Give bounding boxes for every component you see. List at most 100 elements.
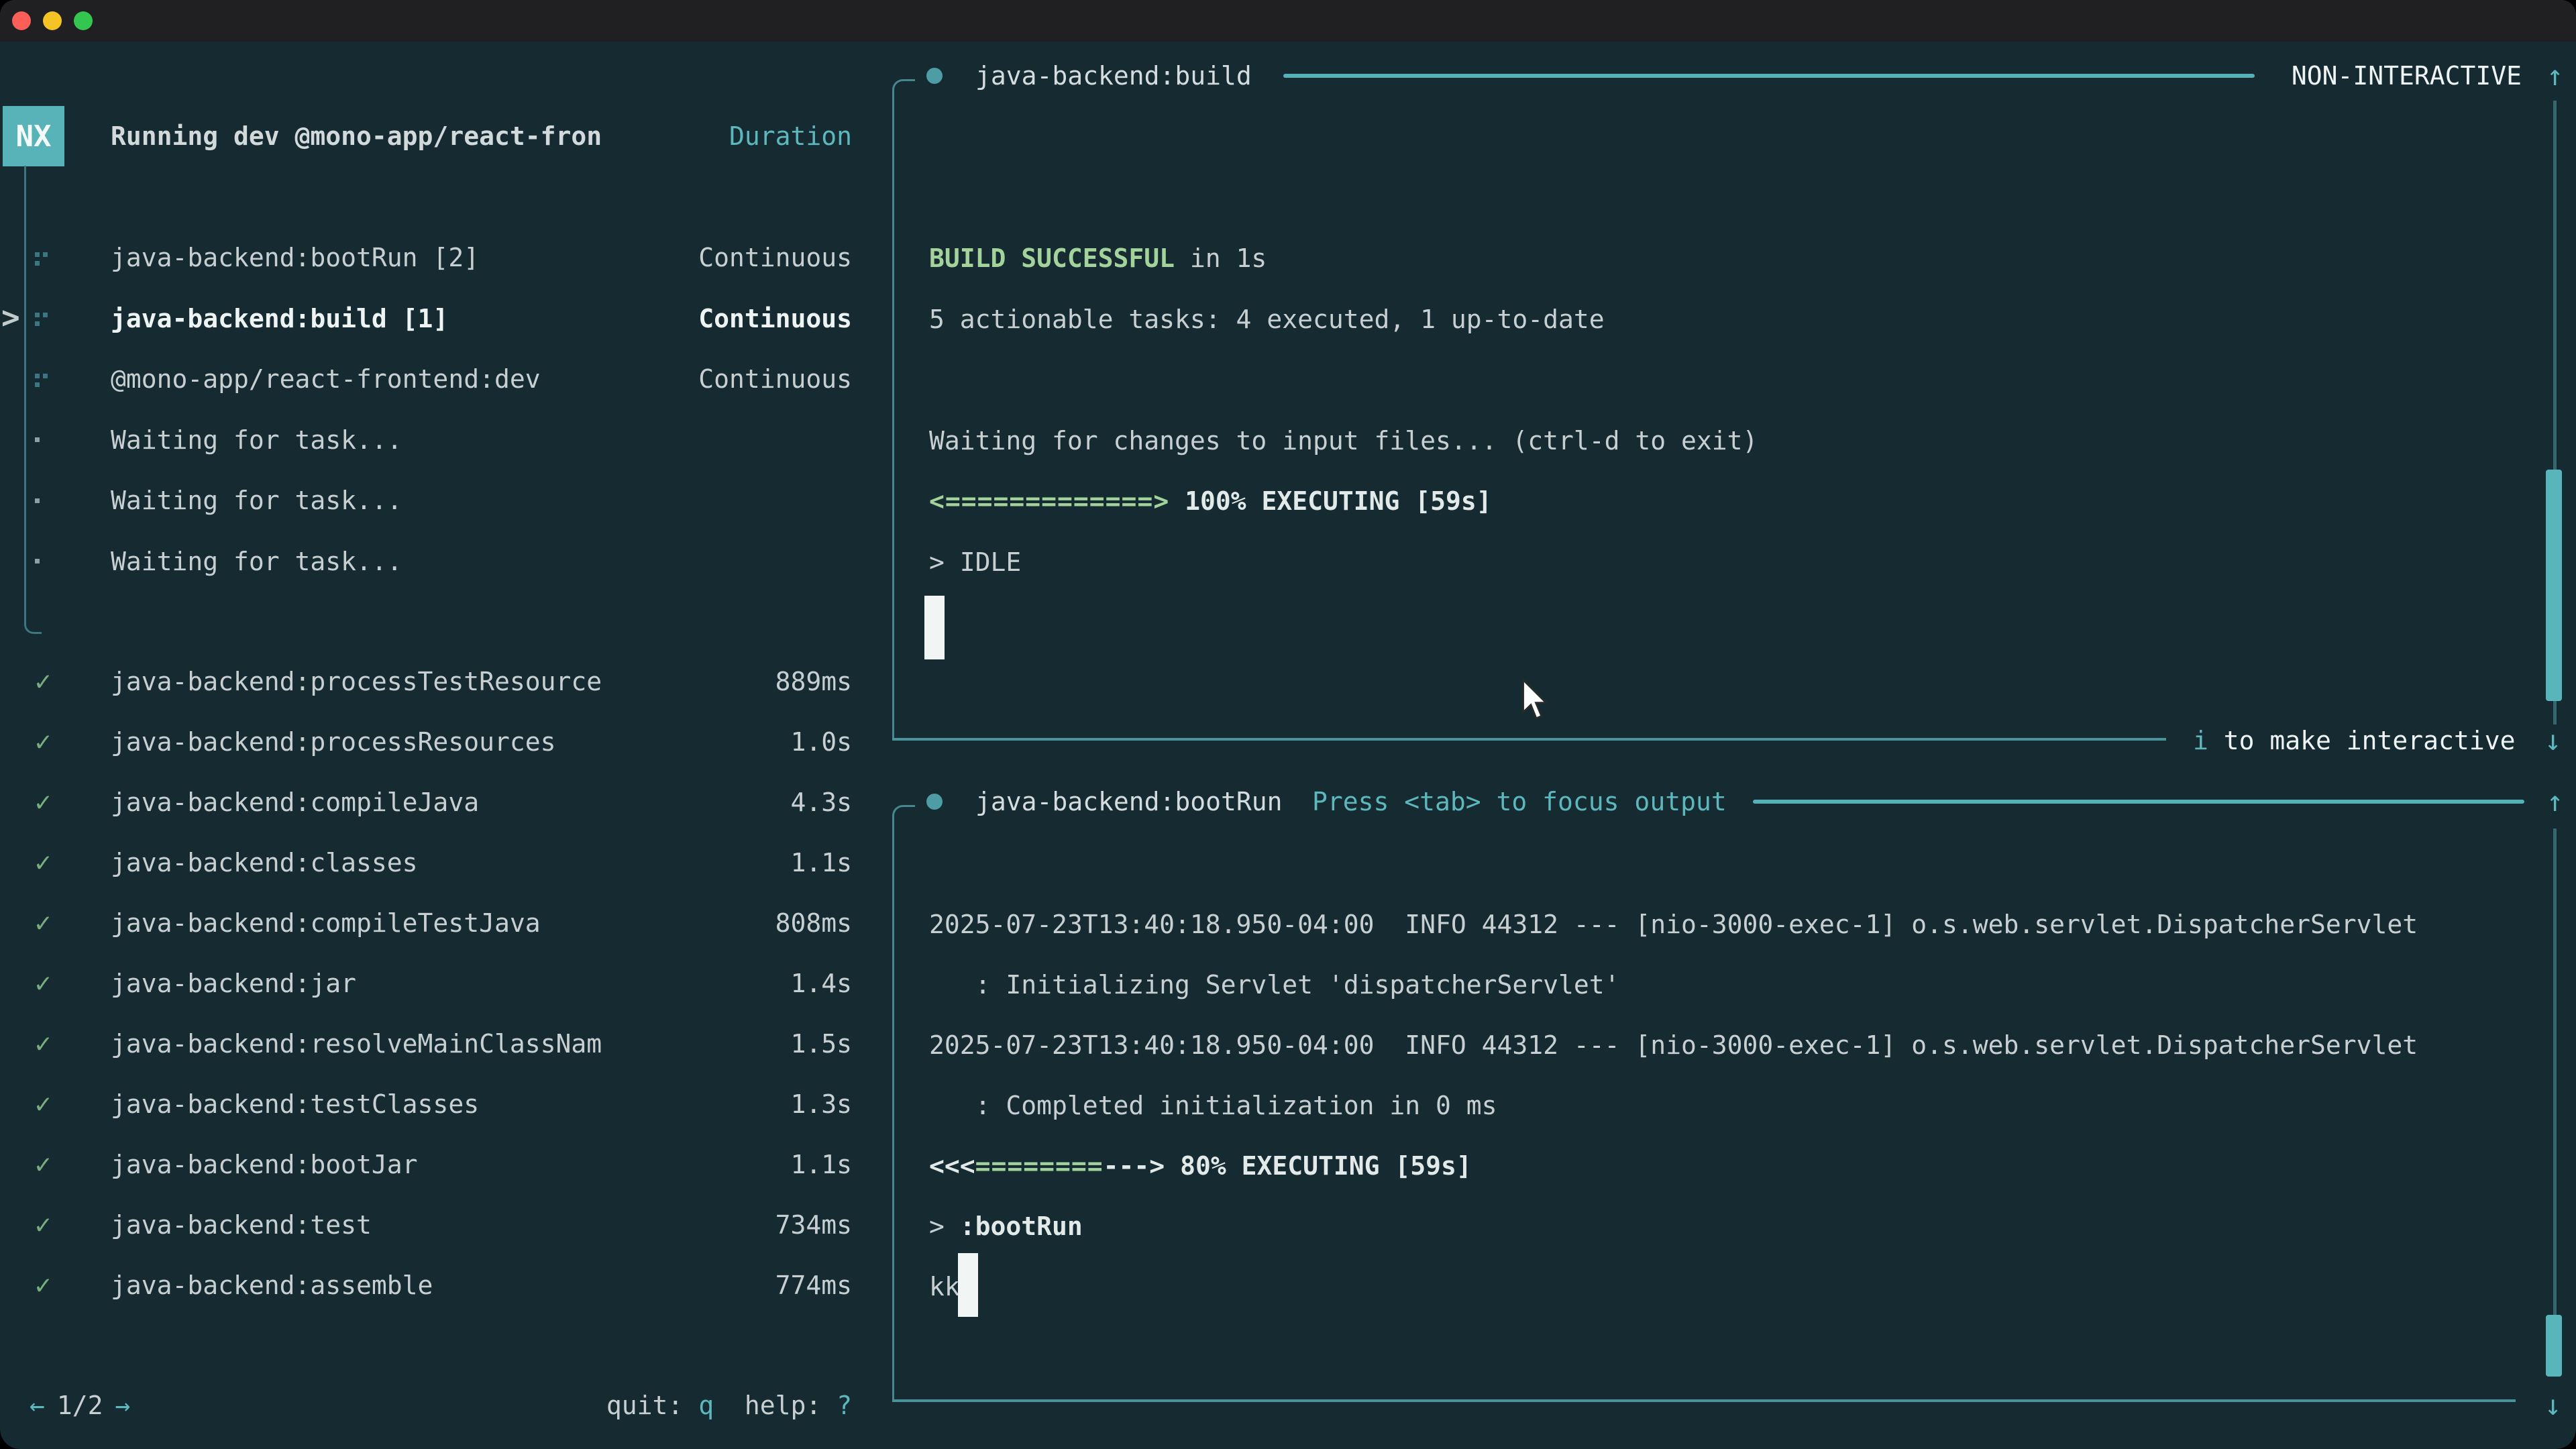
gradle-progress-line: <<<========---> 80% EXECUTING [59s] [929, 1136, 2418, 1196]
task-duration: 4.3s [790, 788, 852, 817]
task-name: Waiting for task... [111, 486, 402, 515]
task-row[interactable]: ✓ java-backend:classes 1.1s [0, 833, 892, 893]
maximize-icon[interactable] [74, 11, 93, 30]
progress-label: 80% EXECUTING [59s] [1165, 1151, 1472, 1181]
task-name: java-backend:test [111, 1210, 372, 1240]
running-task-list: java-backend:bootRun [2] Continuous > ja… [0, 227, 892, 592]
log-line: : Completed initialization in 0 ms [929, 1075, 2418, 1136]
prompt-command: :bootRun [960, 1212, 1083, 1241]
gradle-progress-line: <=============> 100% EXECUTING [59s] [929, 471, 1758, 532]
check-icon: ✓ [35, 787, 111, 818]
mouse-cursor-icon [1520, 679, 1551, 723]
task-row-bootrun[interactable]: java-backend:bootRun [2] Continuous [0, 227, 892, 288]
build-panel-output[interactable]: BUILD SUCCESSFUL in 1s 5 actionable task… [929, 228, 1758, 592]
task-name: @mono-app/react-frontend:dev [111, 364, 541, 394]
progress-label: 100% EXECUTING [59s] [1169, 486, 1491, 516]
task-duration: 1.1s [790, 1150, 852, 1179]
pager-left-arrow-icon[interactable]: ← [30, 1391, 45, 1420]
task-row[interactable]: ✓ java-backend:processResources 1.0s [0, 712, 892, 772]
pager-right-arrow-icon[interactable]: → [115, 1391, 131, 1420]
task-row[interactable]: ✓ java-backend:test 734ms [0, 1195, 892, 1255]
close-icon[interactable] [12, 11, 31, 30]
blank-line [929, 350, 1758, 411]
task-duration: 1.0s [790, 727, 852, 757]
progress-lead: < [929, 486, 945, 516]
bootrun-panel-header-rule [1753, 800, 2524, 804]
task-row[interactable]: ✓ java-backend:processTestResource 889ms [0, 651, 892, 712]
task-row[interactable]: ✓ java-backend:resolveMainClassNam 1.5s [0, 1014, 892, 1074]
task-name: java-backend:processTestResource [111, 667, 602, 696]
prompt-line: > :bootRun [929, 1196, 2418, 1256]
check-icon: ✓ [35, 1210, 111, 1240]
completed-task-list: ✓ java-backend:processTestResource 889ms… [0, 651, 892, 1316]
build-panel-title: java-backend:build [975, 46, 1252, 106]
terminal-window: NX Running dev @mono-app/react-fron Dura… [0, 0, 2576, 1449]
task-name: java-backend:build [1] [111, 304, 448, 333]
window-titlebar [0, 0, 2576, 42]
bootrun-panel-title: java-backend:bootRun [975, 771, 1283, 832]
task-row-build-selected[interactable]: > java-backend:build [1] Continuous [0, 288, 892, 350]
task-row[interactable]: ✓ java-backend:bootJar 1.1s [0, 1134, 892, 1195]
build-scrollbar-thumb[interactable] [2546, 470, 2562, 701]
task-name: java-backend:testClasses [111, 1089, 479, 1119]
task-name: java-backend:assemble [111, 1271, 433, 1300]
task-row-waiting[interactable]: Waiting for task... [0, 410, 892, 471]
duration-column-header: Duration [729, 106, 852, 166]
quit-hint-label: quit: [606, 1391, 698, 1420]
help-key: ? [837, 1391, 852, 1420]
actionable-tasks-line: 5 actionable tasks: 4 executed, 1 up-to-… [929, 289, 1758, 350]
task-name: java-backend:processResources [111, 727, 555, 757]
bootrun-scrollbar-thumb[interactable] [2546, 1315, 2562, 1377]
task-row[interactable]: ✓ java-backend:testClasses 1.3s [0, 1074, 892, 1134]
typed-input-line: kk [929, 1256, 2418, 1317]
task-name: java-backend:bootJar [111, 1150, 418, 1179]
task-row[interactable]: ✓ java-backend:compileJava 4.3s [0, 772, 892, 833]
task-duration: 1.1s [790, 848, 852, 877]
check-icon: ✓ [35, 847, 111, 878]
task-row-waiting[interactable]: Waiting for task... [0, 531, 892, 592]
bootrun-panel-border [892, 805, 915, 1401]
progress-lead: <<< [929, 1151, 975, 1181]
task-name: java-backend:resolveMainClassNam [111, 1029, 602, 1059]
terminal-cursor [924, 596, 945, 659]
task-row-waiting[interactable]: Waiting for task... [0, 470, 892, 531]
task-row[interactable]: ✓ java-backend:jar 1.4s [0, 953, 892, 1014]
task-status: Continuous [698, 304, 852, 333]
pager-label: 1/2 [57, 1391, 103, 1420]
make-interactive-hint: i to make interactive [2193, 710, 2515, 771]
focus-output-hint: Press <tab> to focus output [1312, 771, 1727, 832]
bootrun-scrollbar-track [2553, 828, 2557, 1375]
check-icon: ✓ [35, 1028, 111, 1059]
scroll-up-icon[interactable]: ↑ [2546, 46, 2563, 106]
check-icon: ✓ [35, 1270, 111, 1301]
waiting-dot-icon [35, 437, 111, 442]
task-row[interactable]: ✓ java-backend:assemble 774ms [0, 1255, 892, 1316]
task-name: Waiting for task... [111, 547, 402, 576]
task-duration: 1.3s [790, 1089, 852, 1119]
task-name: Waiting for task... [111, 425, 402, 455]
scroll-up-icon[interactable]: ↑ [2546, 771, 2563, 832]
build-successful-text: BUILD SUCCESSFUL [929, 244, 1175, 273]
idle-line: > IDLE [929, 532, 1758, 593]
sidebar-title: Running dev @mono-app/react-fron [111, 106, 602, 166]
scroll-down-icon[interactable]: ↓ [2544, 1375, 2561, 1436]
nx-logo: NX [3, 106, 64, 166]
terminal-cursor [958, 1253, 978, 1317]
task-name: java-backend:classes [111, 848, 418, 877]
minimize-icon[interactable] [43, 11, 62, 30]
log-line: 2025-07-23T13:40:18.950-04:00 INFO 44312… [929, 1015, 2418, 1075]
sidebar-footer: ← 1/2 → quit: q help: ? [0, 1375, 892, 1436]
bootrun-panel-output[interactable]: 2025-07-23T13:40:18.950-04:00 INFO 44312… [929, 894, 2418, 1317]
build-panel-bottom-border [892, 738, 2166, 741]
task-duration: 774ms [775, 1271, 852, 1300]
task-duration: 889ms [775, 667, 852, 696]
interactive-key: i [2193, 726, 2208, 755]
task-row[interactable]: ✓ java-backend:compileTestJava 808ms [0, 893, 892, 953]
task-status-dot-icon [926, 68, 943, 84]
waiting-changes-line: Waiting for changes to input files... (c… [929, 411, 1758, 472]
progress-tail: ---> [1104, 1151, 1165, 1181]
task-row-frontend-dev[interactable]: @mono-app/react-frontend:dev Continuous [0, 349, 892, 410]
log-line: : Initializing Servlet 'dispatcherServle… [929, 955, 2418, 1015]
task-status: Continuous [698, 243, 852, 272]
build-status-line: BUILD SUCCESSFUL in 1s [929, 228, 1758, 289]
